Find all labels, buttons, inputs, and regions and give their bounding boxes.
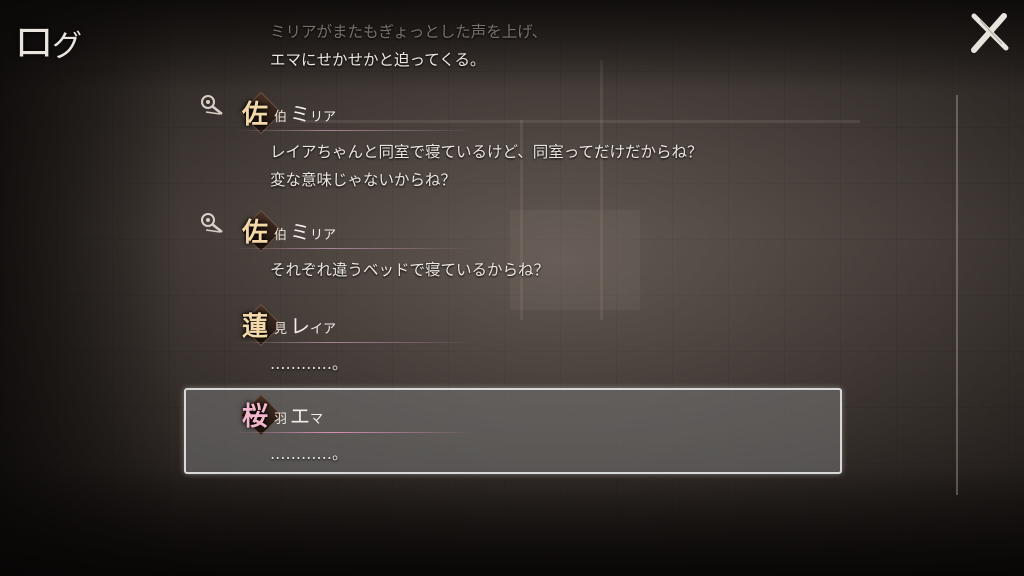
surname-kanji: 佐 (242, 100, 269, 130)
dialogue-line: …………。 (270, 355, 348, 373)
speaker-name: 蓮 見 レイア (234, 303, 554, 347)
voice-replay-button[interactable] (200, 212, 226, 236)
close-button[interactable] (966, 10, 1012, 56)
surname-sub: 羽 (274, 412, 288, 427)
speaker-name: 桜 羽 エマ (234, 393, 554, 437)
given-name: ミリア (290, 102, 337, 126)
dialogue-line: 変な意味じゃないからね？ (270, 171, 457, 189)
speaker-icon (201, 95, 223, 115)
narration-line: ミリアがまたもぎょっとした声を上げ、 (270, 23, 548, 41)
given-name: ミリア (290, 220, 337, 244)
surname-sub: 伯 (274, 110, 288, 125)
name-underline (234, 432, 474, 433)
speaker-name: 佐 伯 ミリア (234, 91, 554, 135)
name-underline (234, 342, 474, 343)
surname-kanji: 蓮 (242, 312, 269, 342)
name-underline (234, 130, 474, 131)
close-icon (971, 13, 1009, 53)
background-vignette (0, 466, 1024, 576)
surname-kanji: 桜 (242, 402, 269, 432)
given-name: エマ (290, 404, 324, 428)
speaker-icon (201, 213, 223, 233)
surname-kanji: 佐 (242, 218, 269, 248)
dialogue-line: …………。 (270, 445, 348, 463)
log-title: ログ (14, 20, 82, 66)
voice-replay-button[interactable] (200, 94, 226, 118)
name-underline (234, 248, 474, 249)
speaker-name: 佐 伯 ミリア (234, 209, 554, 253)
surname-sub: 伯 (274, 228, 288, 243)
given-name: レイア (290, 314, 337, 338)
narration-line: エマにせかせかと迫ってくる。 (270, 51, 486, 69)
dialogue-line: レイアちゃんと同室で寝ているけど、同室ってだけだからね？ (270, 143, 703, 161)
dialogue-line: それぞれ違うベッドで寝ているからね？ (270, 261, 550, 279)
log-scrollbar[interactable] (956, 95, 958, 495)
surname-sub: 見 (274, 322, 288, 337)
